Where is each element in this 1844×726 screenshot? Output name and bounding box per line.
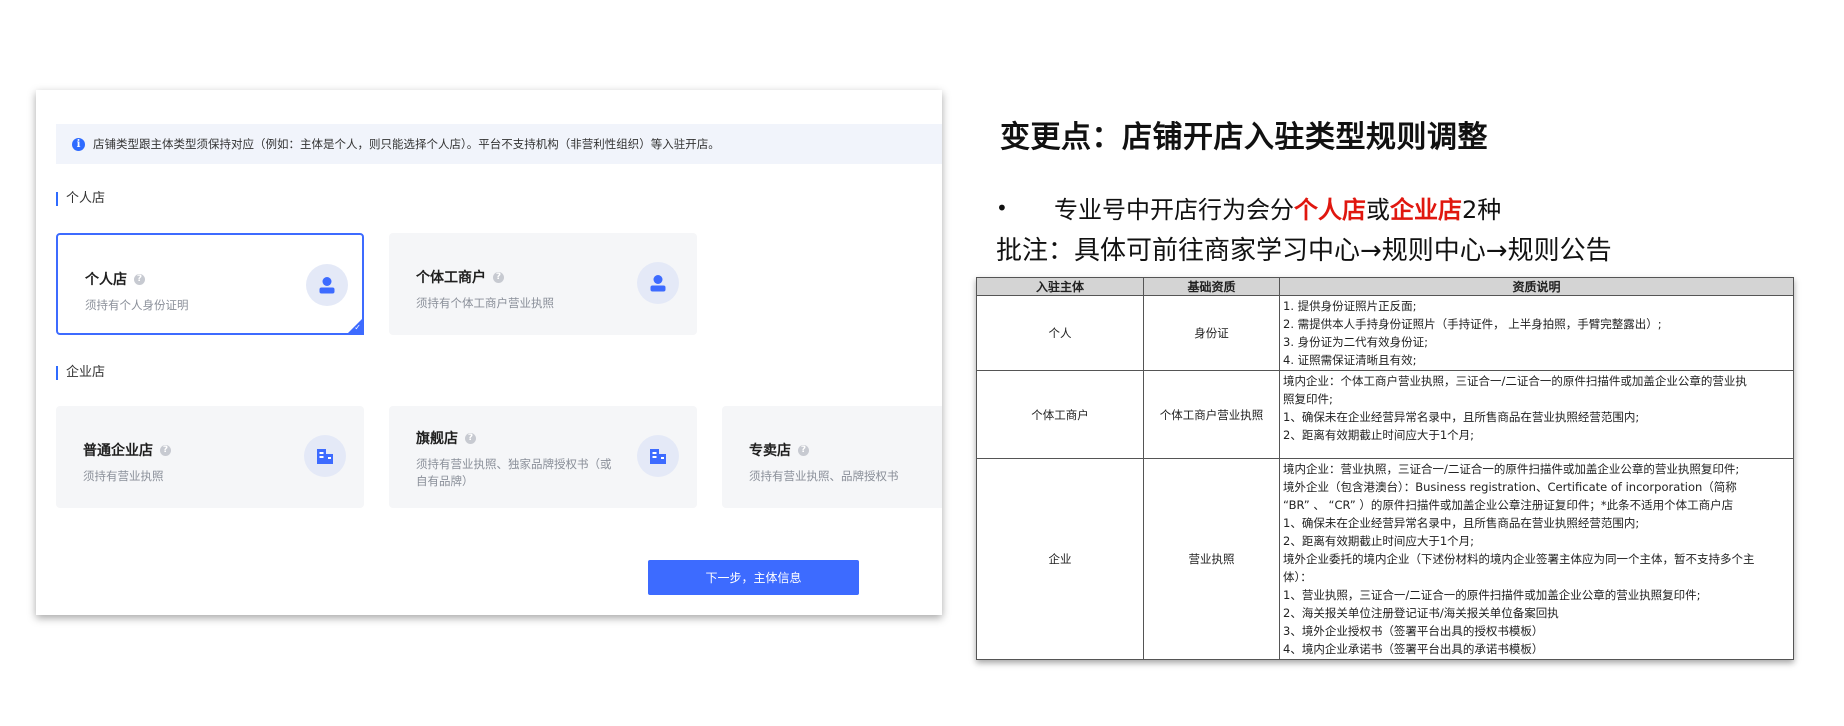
- card-desc: 须持有营业执照、独家品牌授权书（或 自有品牌）: [416, 457, 612, 488]
- shop-type-form-screenshot: i 店铺类型跟主体类型须保持对应（例如：主体是个人，则只能选择个人店）。平台不支…: [36, 90, 942, 615]
- slide-title: 变更点：店铺开店入驻类型规则调整: [1000, 120, 1488, 155]
- card-desc: 须持有个人身份证明: [85, 298, 189, 312]
- bullet-icon: •: [996, 195, 1008, 220]
- note-text: 批注：具体可前往商家学习中心→规则中心→规则公告: [996, 236, 1612, 266]
- table-row: 个体工商户 个体工商户营业执照 境内企业：个体工商户营业执照，三证合一/二证合一…: [976, 370, 1794, 459]
- cell-qualification: 营业执照: [1143, 458, 1280, 660]
- table-row: 个人 身份证 1. 提供身份证照片正反面; 2. 需提供本人手持身份证照片（手持…: [976, 295, 1794, 371]
- header-description: 资质说明: [1279, 277, 1794, 296]
- info-icon: i: [72, 137, 85, 151]
- card-title: 旗舰店 ?: [416, 428, 476, 448]
- help-icon[interactable]: ?: [493, 271, 504, 283]
- card-desc: 须持有营业执照、品牌授权书: [749, 469, 899, 483]
- help-icon[interactable]: ?: [134, 273, 145, 285]
- header-subject: 入驻主体: [976, 277, 1144, 296]
- notice-bar: i 店铺类型跟主体类型须保持对应（例如：主体是个人，则只能选择个人店）。平台不支…: [56, 124, 942, 164]
- qualification-table: 入驻主体 基础资质 资质说明 个人 身份证 1. 提供身份证照片正反面; 2. …: [976, 277, 1794, 660]
- help-icon[interactable]: ?: [798, 444, 809, 456]
- card-franchise-store[interactable]: 专卖店 ? 须持有营业执照、品牌授权书: [722, 406, 942, 508]
- card-desc: 须持有个体工商户营业执照: [416, 296, 554, 310]
- notice-text: 店铺类型跟主体类型须保持对应（例如：主体是个人，则只能选择个人店）。平台不支持机…: [93, 137, 720, 151]
- card-title: 个人店 ?: [85, 269, 145, 289]
- cell-qualification: 个体工商户营业执照: [1143, 370, 1280, 459]
- card-individual-business[interactable]: 个体工商户 ? 须持有个体工商户营业执照: [389, 233, 697, 335]
- card-desc: 须持有营业执照: [83, 469, 164, 483]
- check-icon: ✓: [354, 323, 361, 332]
- section-title-enterprise: 企业店: [56, 366, 105, 380]
- section-title-personal: 个人店: [56, 192, 105, 206]
- table-row: 企业 营业执照 境内企业：营业执照，三证合一/二证合一的原件扫描件或加盖企业公章…: [976, 458, 1794, 660]
- help-icon[interactable]: ?: [465, 432, 476, 444]
- header-qualification: 基础资质: [1143, 277, 1280, 296]
- card-personal-shop[interactable]: 个人店 ? 须持有个人身份证明 ✓: [56, 233, 364, 335]
- next-step-button[interactable]: 下一步，主体信息: [648, 560, 859, 595]
- cell-subject: 个人: [976, 295, 1144, 371]
- table-header-row: 入驻主体 基础资质 资质说明: [976, 277, 1794, 296]
- bullet-line: • 专业号中开店行为会分 个人店或企业店 2种: [996, 190, 1501, 225]
- highlight-enterprise: 企业店: [1390, 196, 1462, 224]
- building-icon: [304, 435, 346, 477]
- user-icon: [306, 264, 348, 306]
- cell-qualification: 身份证: [1143, 295, 1280, 371]
- user-icon: [637, 262, 679, 304]
- highlight-personal: 个人店: [1294, 196, 1366, 224]
- cell-description: 境内企业：个体工商户营业执照，三证合一/二证合一的原件扫描件或加盖企业公章的营业…: [1279, 370, 1794, 459]
- card-title: 专卖店 ?: [749, 440, 809, 460]
- card-title: 个体工商户 ?: [416, 267, 504, 287]
- card-title: 普通企业店 ?: [83, 440, 171, 460]
- card-regular-enterprise[interactable]: 普通企业店 ? 须持有营业执照: [56, 406, 364, 508]
- card-flagship-store[interactable]: 旗舰店 ? 须持有营业执照、独家品牌授权书（或 自有品牌）: [389, 406, 697, 508]
- cell-subject: 企业: [976, 458, 1144, 660]
- help-icon[interactable]: ?: [160, 444, 171, 456]
- building-icon: [637, 435, 679, 477]
- cell-description: 1. 提供身份证照片正反面; 2. 需提供本人手持身份证照片（手持证件， 上半身…: [1279, 295, 1794, 371]
- cell-description: 境内企业：营业执照，三证合一/二证合一的原件扫描件或加盖企业公章的营业执照复印件…: [1279, 458, 1794, 660]
- cell-subject: 个体工商户: [976, 370, 1144, 459]
